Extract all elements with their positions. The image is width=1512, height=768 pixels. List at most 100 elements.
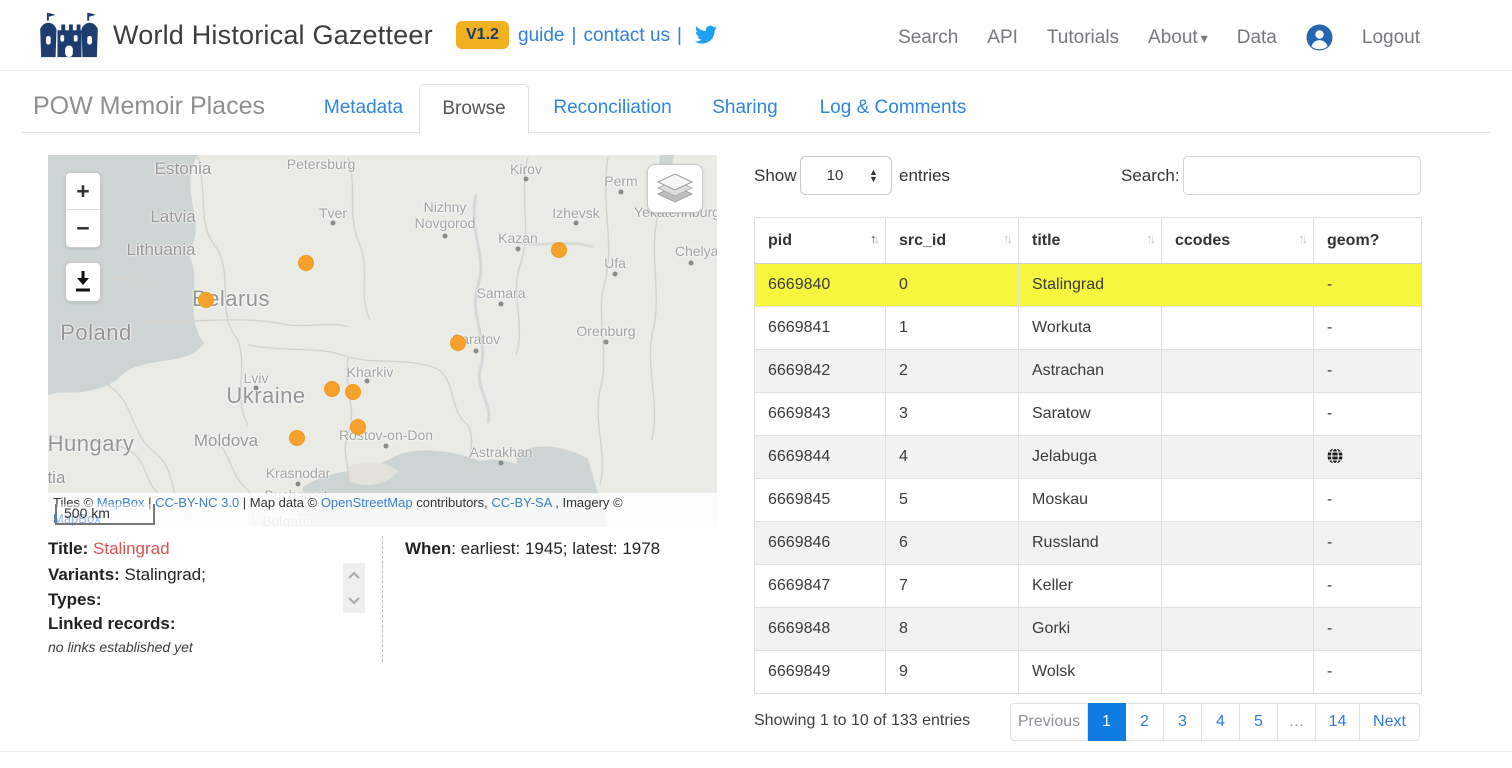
map-scale-bar: 500 km — [55, 504, 155, 525]
tab-metadata[interactable]: Metadata — [310, 84, 417, 131]
user-avatar-icon[interactable] — [1306, 24, 1333, 51]
brand-title: World Historical Gazetteer — [113, 20, 433, 51]
table-row[interactable]: 66698400Stalingrad- — [755, 264, 1422, 307]
place-marker[interactable] — [298, 255, 314, 271]
nav-about-dropdown[interactable]: About▾ — [1148, 27, 1208, 49]
nav-logout[interactable]: Logout — [1362, 27, 1420, 49]
zoom-control: + − — [65, 172, 101, 248]
nav-search[interactable]: Search — [898, 27, 958, 49]
city-dot — [524, 177, 529, 182]
page-next[interactable]: Next — [1360, 703, 1420, 741]
tab-browse[interactable]: Browse — [419, 84, 529, 134]
detail-title-value: Stalingrad — [93, 539, 170, 558]
ccbysa-link[interactable]: CC-BY-SA — [491, 495, 551, 510]
sort-icon: ↑↓ — [870, 231, 877, 246]
page-5[interactable]: 5 — [1240, 703, 1278, 741]
twitter-icon[interactable] — [695, 25, 717, 44]
map-place-label: Ufa — [604, 255, 626, 271]
table-search-input[interactable] — [1183, 156, 1421, 195]
nav-data[interactable]: Data — [1237, 27, 1277, 49]
nav-api[interactable]: API — [987, 27, 1018, 49]
map-place-label: Croatia — [48, 468, 65, 488]
map-place-label: Astrakhan — [469, 444, 532, 460]
detail-variants-value: Stalingrad; — [125, 565, 206, 584]
table-row[interactable]: 66698488Gorki- — [755, 608, 1422, 651]
city-dot — [254, 386, 259, 391]
col-title[interactable]: title↑↓ — [1019, 218, 1162, 264]
page-1[interactable]: 1 — [1088, 703, 1126, 741]
city-dot — [296, 482, 301, 487]
map-place-label: Lithuania — [126, 240, 195, 260]
place-marker[interactable] — [350, 419, 366, 435]
col-src-id[interactable]: src_id↑↓ — [886, 218, 1019, 264]
city-dot — [443, 234, 448, 239]
caret-down-icon: ▾ — [1201, 30, 1208, 46]
page-4[interactable]: 4 — [1202, 703, 1240, 741]
map-place-label: Chelyabinsk — [675, 243, 717, 259]
show-label: Show — [754, 166, 797, 186]
zoom-in-button[interactable]: + — [66, 173, 100, 210]
download-icon — [72, 270, 94, 294]
table-row[interactable]: 66698444Jelabuga — [755, 436, 1422, 479]
map-place-label: Kharkiv — [347, 364, 394, 380]
osm-link[interactable]: OpenStreetMap — [321, 495, 413, 510]
table-row[interactable]: 66698499Wolsk- — [755, 651, 1422, 694]
layers-icon — [654, 172, 696, 206]
page-ellipsis: … — [1278, 703, 1316, 741]
place-marker[interactable] — [289, 430, 305, 446]
pagination: Previous 1 2 3 4 5 … 14 Next — [1010, 703, 1420, 741]
place-marker[interactable] — [198, 292, 214, 308]
map[interactable]: PetersburgKirovPermEstoniaLatviaTverNizh… — [48, 155, 717, 527]
link-separator: | — [572, 25, 577, 46]
city-dot — [604, 340, 609, 345]
bottom-divider — [0, 751, 1512, 752]
layers-control-button[interactable] — [647, 164, 703, 213]
castle-logo-icon — [36, 11, 102, 59]
license-link[interactable]: CC-BY-NC 3.0 — [155, 495, 239, 510]
page-3[interactable]: 3 — [1164, 703, 1202, 741]
map-place-label: Moldova — [194, 431, 258, 451]
table-row[interactable]: 66698466Russland- — [755, 522, 1422, 565]
table-header-row: pid↑↓ src_id↑↓ title↑↓ ccodes↑↓ geom? — [755, 218, 1422, 264]
col-geom[interactable]: geom? — [1314, 218, 1422, 264]
download-map-button[interactable] — [65, 262, 101, 302]
col-ccodes[interactable]: ccodes↑↓ — [1162, 218, 1314, 264]
place-marker[interactable] — [450, 335, 466, 351]
map-place-label: Nizhny — [424, 199, 467, 215]
tab-log-comments[interactable]: Log & Comments — [812, 84, 974, 131]
table-row[interactable]: 66698477Keller- — [755, 565, 1422, 608]
globe-icon — [1327, 448, 1343, 464]
page-2[interactable]: 2 — [1126, 703, 1164, 741]
guide-link[interactable]: guide — [518, 25, 565, 46]
col-pid[interactable]: pid↑↓ — [755, 218, 886, 264]
chevron-down-icon[interactable] — [347, 596, 361, 605]
place-marker[interactable] — [324, 381, 340, 397]
table-summary: Showing 1 to 10 of 133 entries — [754, 712, 970, 730]
page-previous[interactable]: Previous — [1010, 703, 1088, 741]
place-marker[interactable] — [551, 242, 567, 258]
place-marker[interactable] — [345, 384, 361, 400]
zoom-out-button[interactable]: − — [66, 210, 100, 247]
map-labels-layer: PetersburgKirovPermEstoniaLatviaTverNizh… — [48, 155, 717, 527]
page-14[interactable]: 14 — [1316, 703, 1360, 741]
sort-icon: ↑↓ — [1003, 231, 1010, 246]
detail-scroll-control[interactable] — [343, 563, 365, 613]
table-row[interactable]: 66698411Workuta- — [755, 307, 1422, 350]
tab-reconciliation[interactable]: Reconciliation — [546, 84, 679, 131]
entries-select[interactable]: 10 ▲▼ — [800, 156, 892, 195]
table-row[interactable]: 66698455Moskau- — [755, 479, 1422, 522]
table-row[interactable]: 66698433Saratow- — [755, 393, 1422, 436]
detail-title-line: Title: Stalingrad — [48, 539, 170, 559]
nav-tutorials[interactable]: Tutorials — [1047, 27, 1119, 49]
contact-link[interactable]: contact us — [583, 25, 670, 46]
city-dot — [331, 221, 336, 226]
table-row[interactable]: 66698422Astrachan- — [755, 350, 1422, 393]
link-separator: | — [677, 25, 682, 46]
header-links: guide | contact us | — [518, 25, 717, 47]
map-place-label: Estonia — [155, 159, 212, 179]
map-place-label: Lviv — [244, 370, 269, 386]
detail-when-line: When: earliest: 1945; latest: 1978 — [405, 539, 660, 559]
detail-no-links-note: no links established yet — [48, 639, 193, 655]
tab-sharing[interactable]: Sharing — [700, 84, 790, 131]
chevron-up-icon[interactable] — [347, 571, 361, 580]
